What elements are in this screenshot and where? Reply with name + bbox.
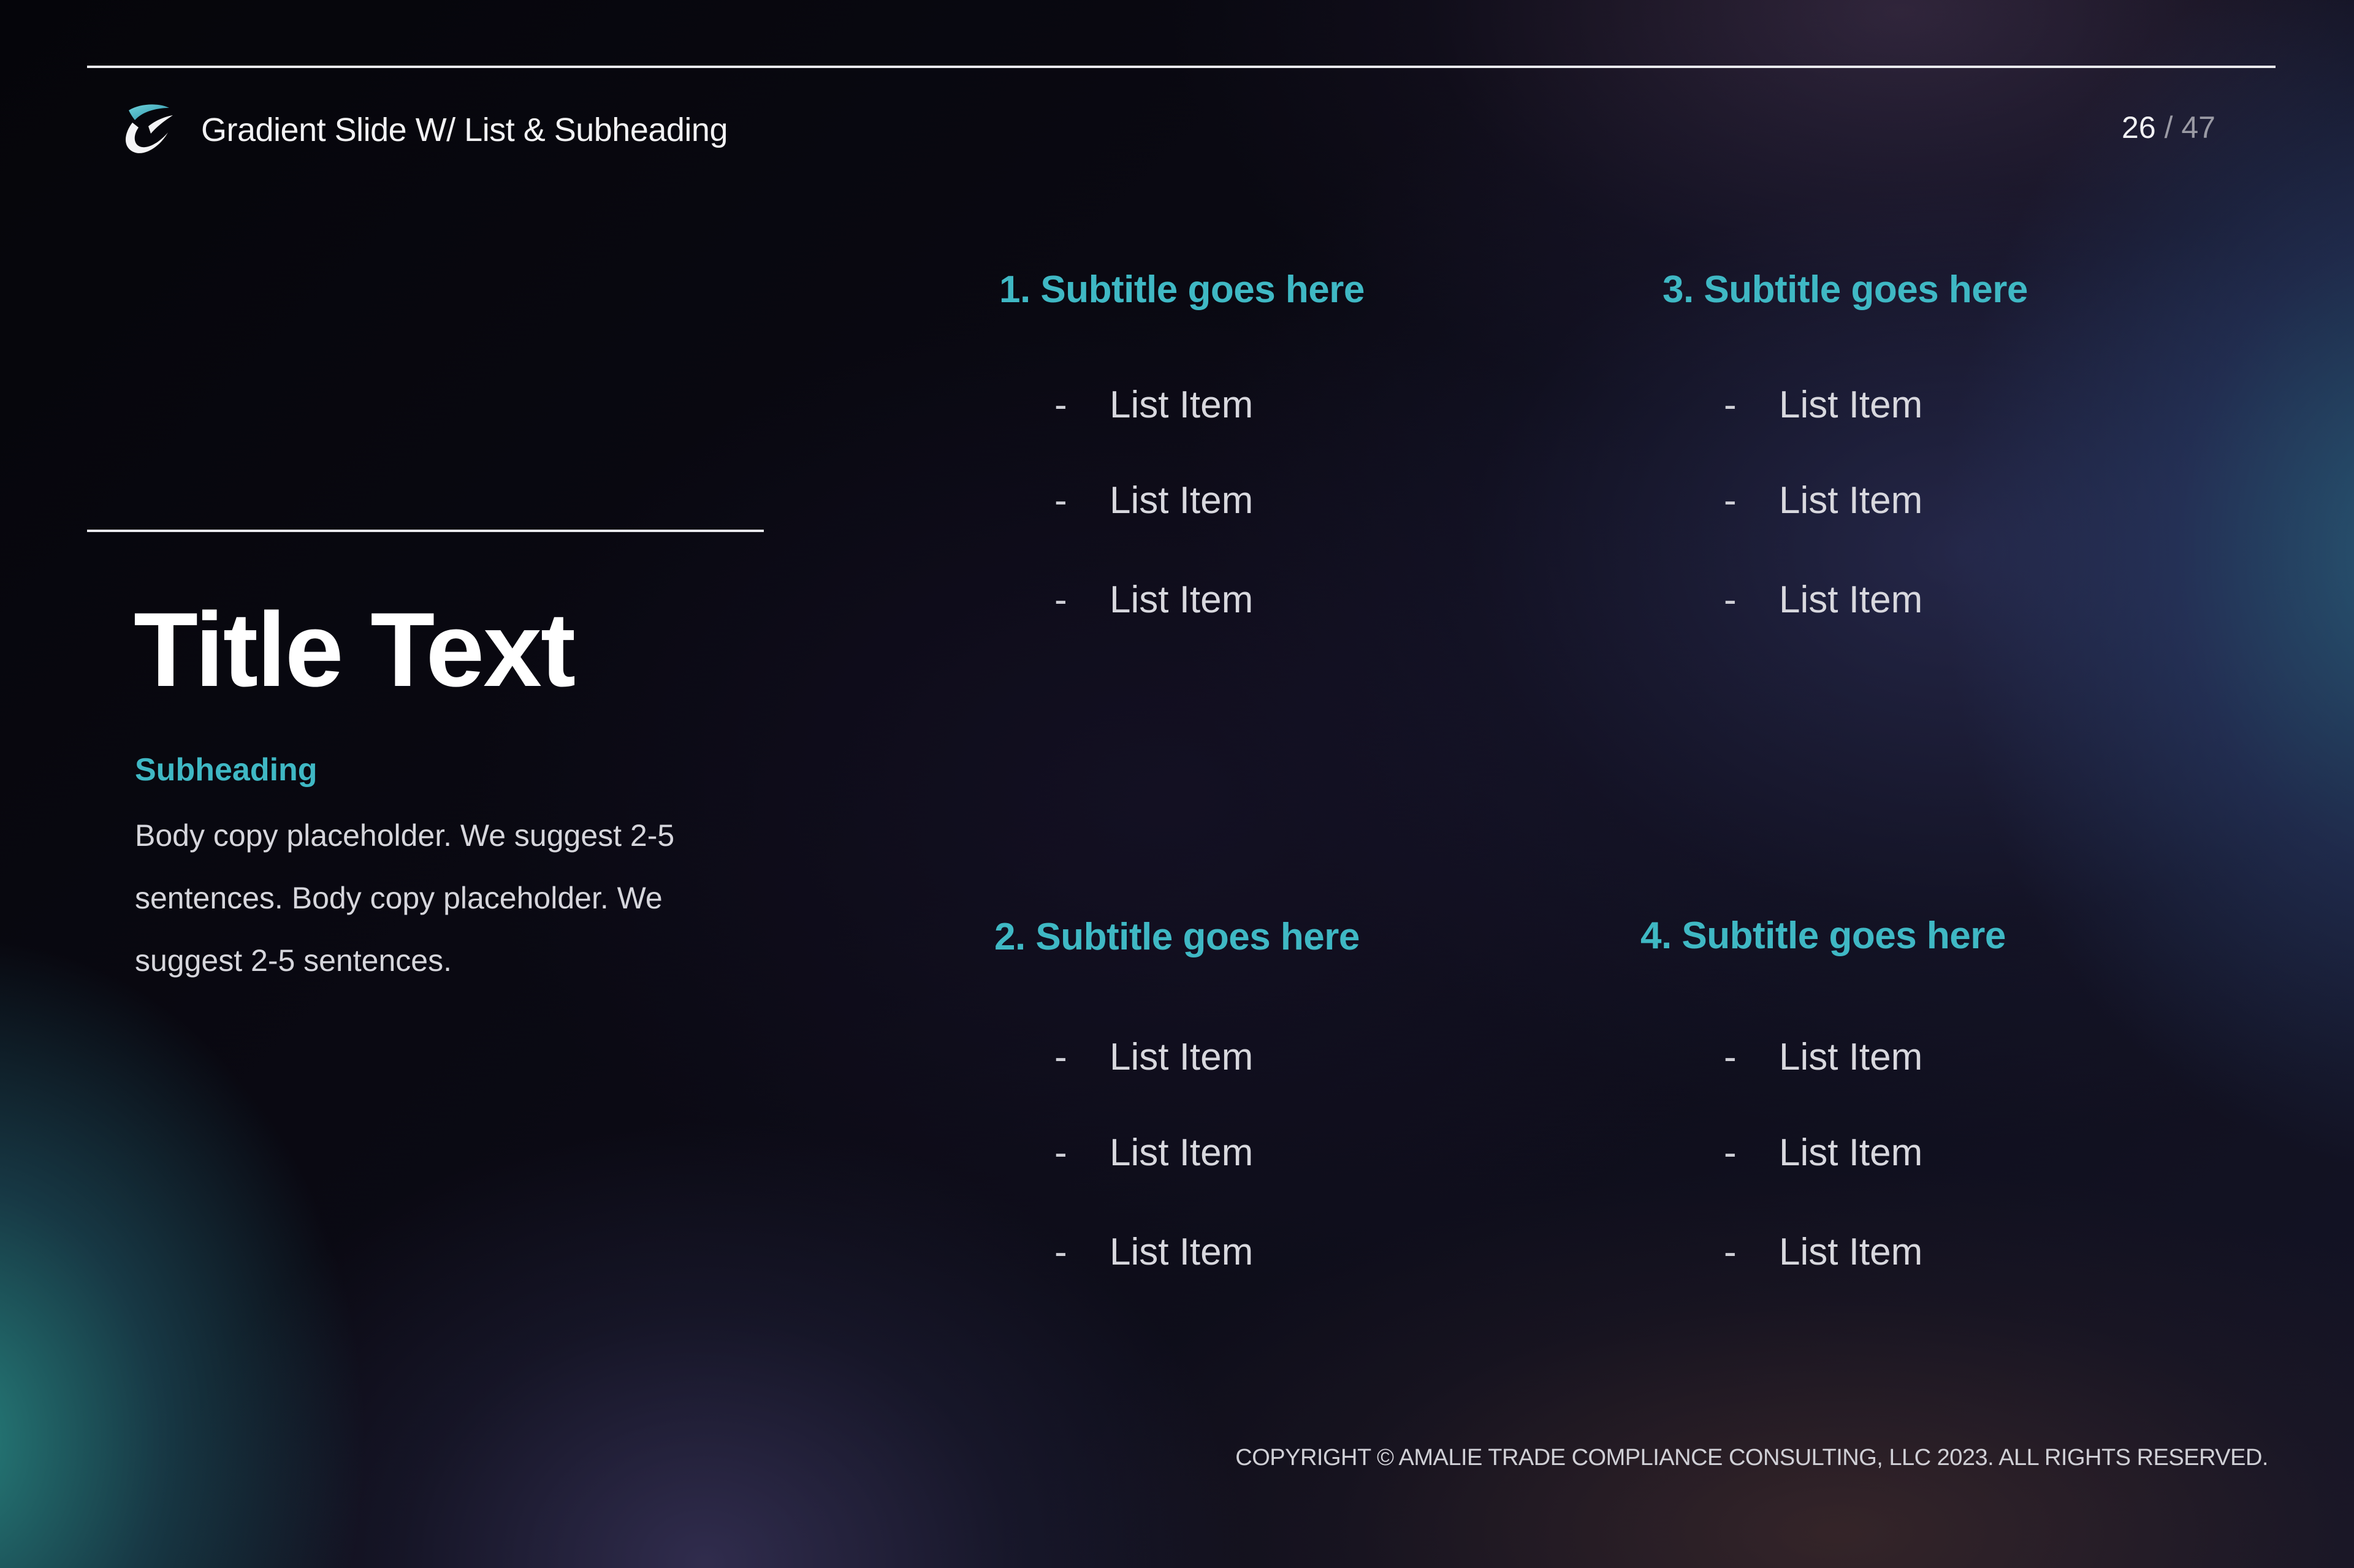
list-dash: - <box>1724 579 1737 621</box>
list-dash: - <box>1054 1231 1067 1273</box>
page-total: 47 <box>2181 110 2215 145</box>
slide-subheading: Subheading <box>135 752 318 788</box>
list-dash: - <box>1724 1036 1737 1078</box>
list-dash: - <box>1054 1132 1067 1174</box>
list-dash: - <box>1724 1231 1737 1273</box>
list-item: - List Item <box>1712 1125 1922 1181</box>
list-item-text: List Item <box>1110 479 1254 522</box>
brand-swoosh-logo-icon <box>116 102 175 157</box>
list-section-1: 1. Subtitle goes here - List Item - List I… <box>999 262 1365 621</box>
title-divider <box>87 530 764 532</box>
list-item: - List Item <box>1042 378 1253 433</box>
section-subtitle: 4. Subtitle goes here <box>1640 915 2006 957</box>
list-item-text: List Item <box>1779 479 1923 522</box>
page-current: 26 <box>2122 110 2156 145</box>
list-item: - List Item <box>1042 473 1253 528</box>
list-item: - List Item <box>1712 473 1922 528</box>
header-divider <box>87 66 2276 68</box>
list-item-text: List Item <box>1110 1036 1254 1078</box>
body-copy: Body copy placeholder. We suggest 2-5 se… <box>135 818 675 978</box>
list-dash: - <box>1054 384 1067 426</box>
list-item-text: List Item <box>1110 1231 1254 1273</box>
list-item: - List Item <box>1712 573 1922 628</box>
copyright-notice: COPYRIGHT © AMALIE TRADE COMPLIANCE CONS… <box>1235 1445 2268 1471</box>
list-item: - List Item <box>1712 1030 1922 1085</box>
list-item-text: List Item <box>1110 1132 1254 1174</box>
list-dash: - <box>1724 479 1737 522</box>
list-item: - List Item <box>1042 573 1253 628</box>
slide-header-title: Gradient Slide W/ List & Subheading <box>201 112 728 148</box>
list-item-text: List Item <box>1779 579 1923 621</box>
list-item-text: List Item <box>1779 1231 1923 1273</box>
list-item: - List Item <box>1712 378 1922 433</box>
page-counter: 26 / 47 <box>2122 105 2215 150</box>
list-dash: - <box>1054 1036 1067 1078</box>
list-section-2: 2. Subtitle goes here - List Item - List I… <box>994 910 1360 1273</box>
section-subtitle: 2. Subtitle goes here <box>994 916 1360 958</box>
section-subtitle: 3. Subtitle goes here <box>1663 268 2028 311</box>
list-section-3: 3. Subtitle goes here - List Item - List I… <box>1663 262 2028 621</box>
list-dash: - <box>1054 579 1067 621</box>
page-separator: / <box>2164 110 2173 145</box>
list-item-text: List Item <box>1110 579 1254 621</box>
section-subtitle: 1. Subtitle goes here <box>999 268 1365 311</box>
list-dash: - <box>1724 384 1737 426</box>
list-item: - List Item <box>1042 1125 1253 1181</box>
list-item-text: List Item <box>1779 1132 1923 1174</box>
slide-title: Title Text <box>134 591 576 709</box>
list-section-4: 4. Subtitle goes here - List Item - List I… <box>1640 908 2006 1273</box>
list-item-text: List Item <box>1110 384 1254 426</box>
list-item-text: List Item <box>1779 1036 1923 1078</box>
list-dash: - <box>1724 1132 1737 1174</box>
list-item: - List Item <box>1042 1030 1253 1085</box>
list-item: - List Item <box>1042 1225 1253 1280</box>
list-item: - List Item <box>1712 1225 1922 1280</box>
list-item-text: List Item <box>1779 384 1923 426</box>
list-dash: - <box>1054 479 1067 522</box>
